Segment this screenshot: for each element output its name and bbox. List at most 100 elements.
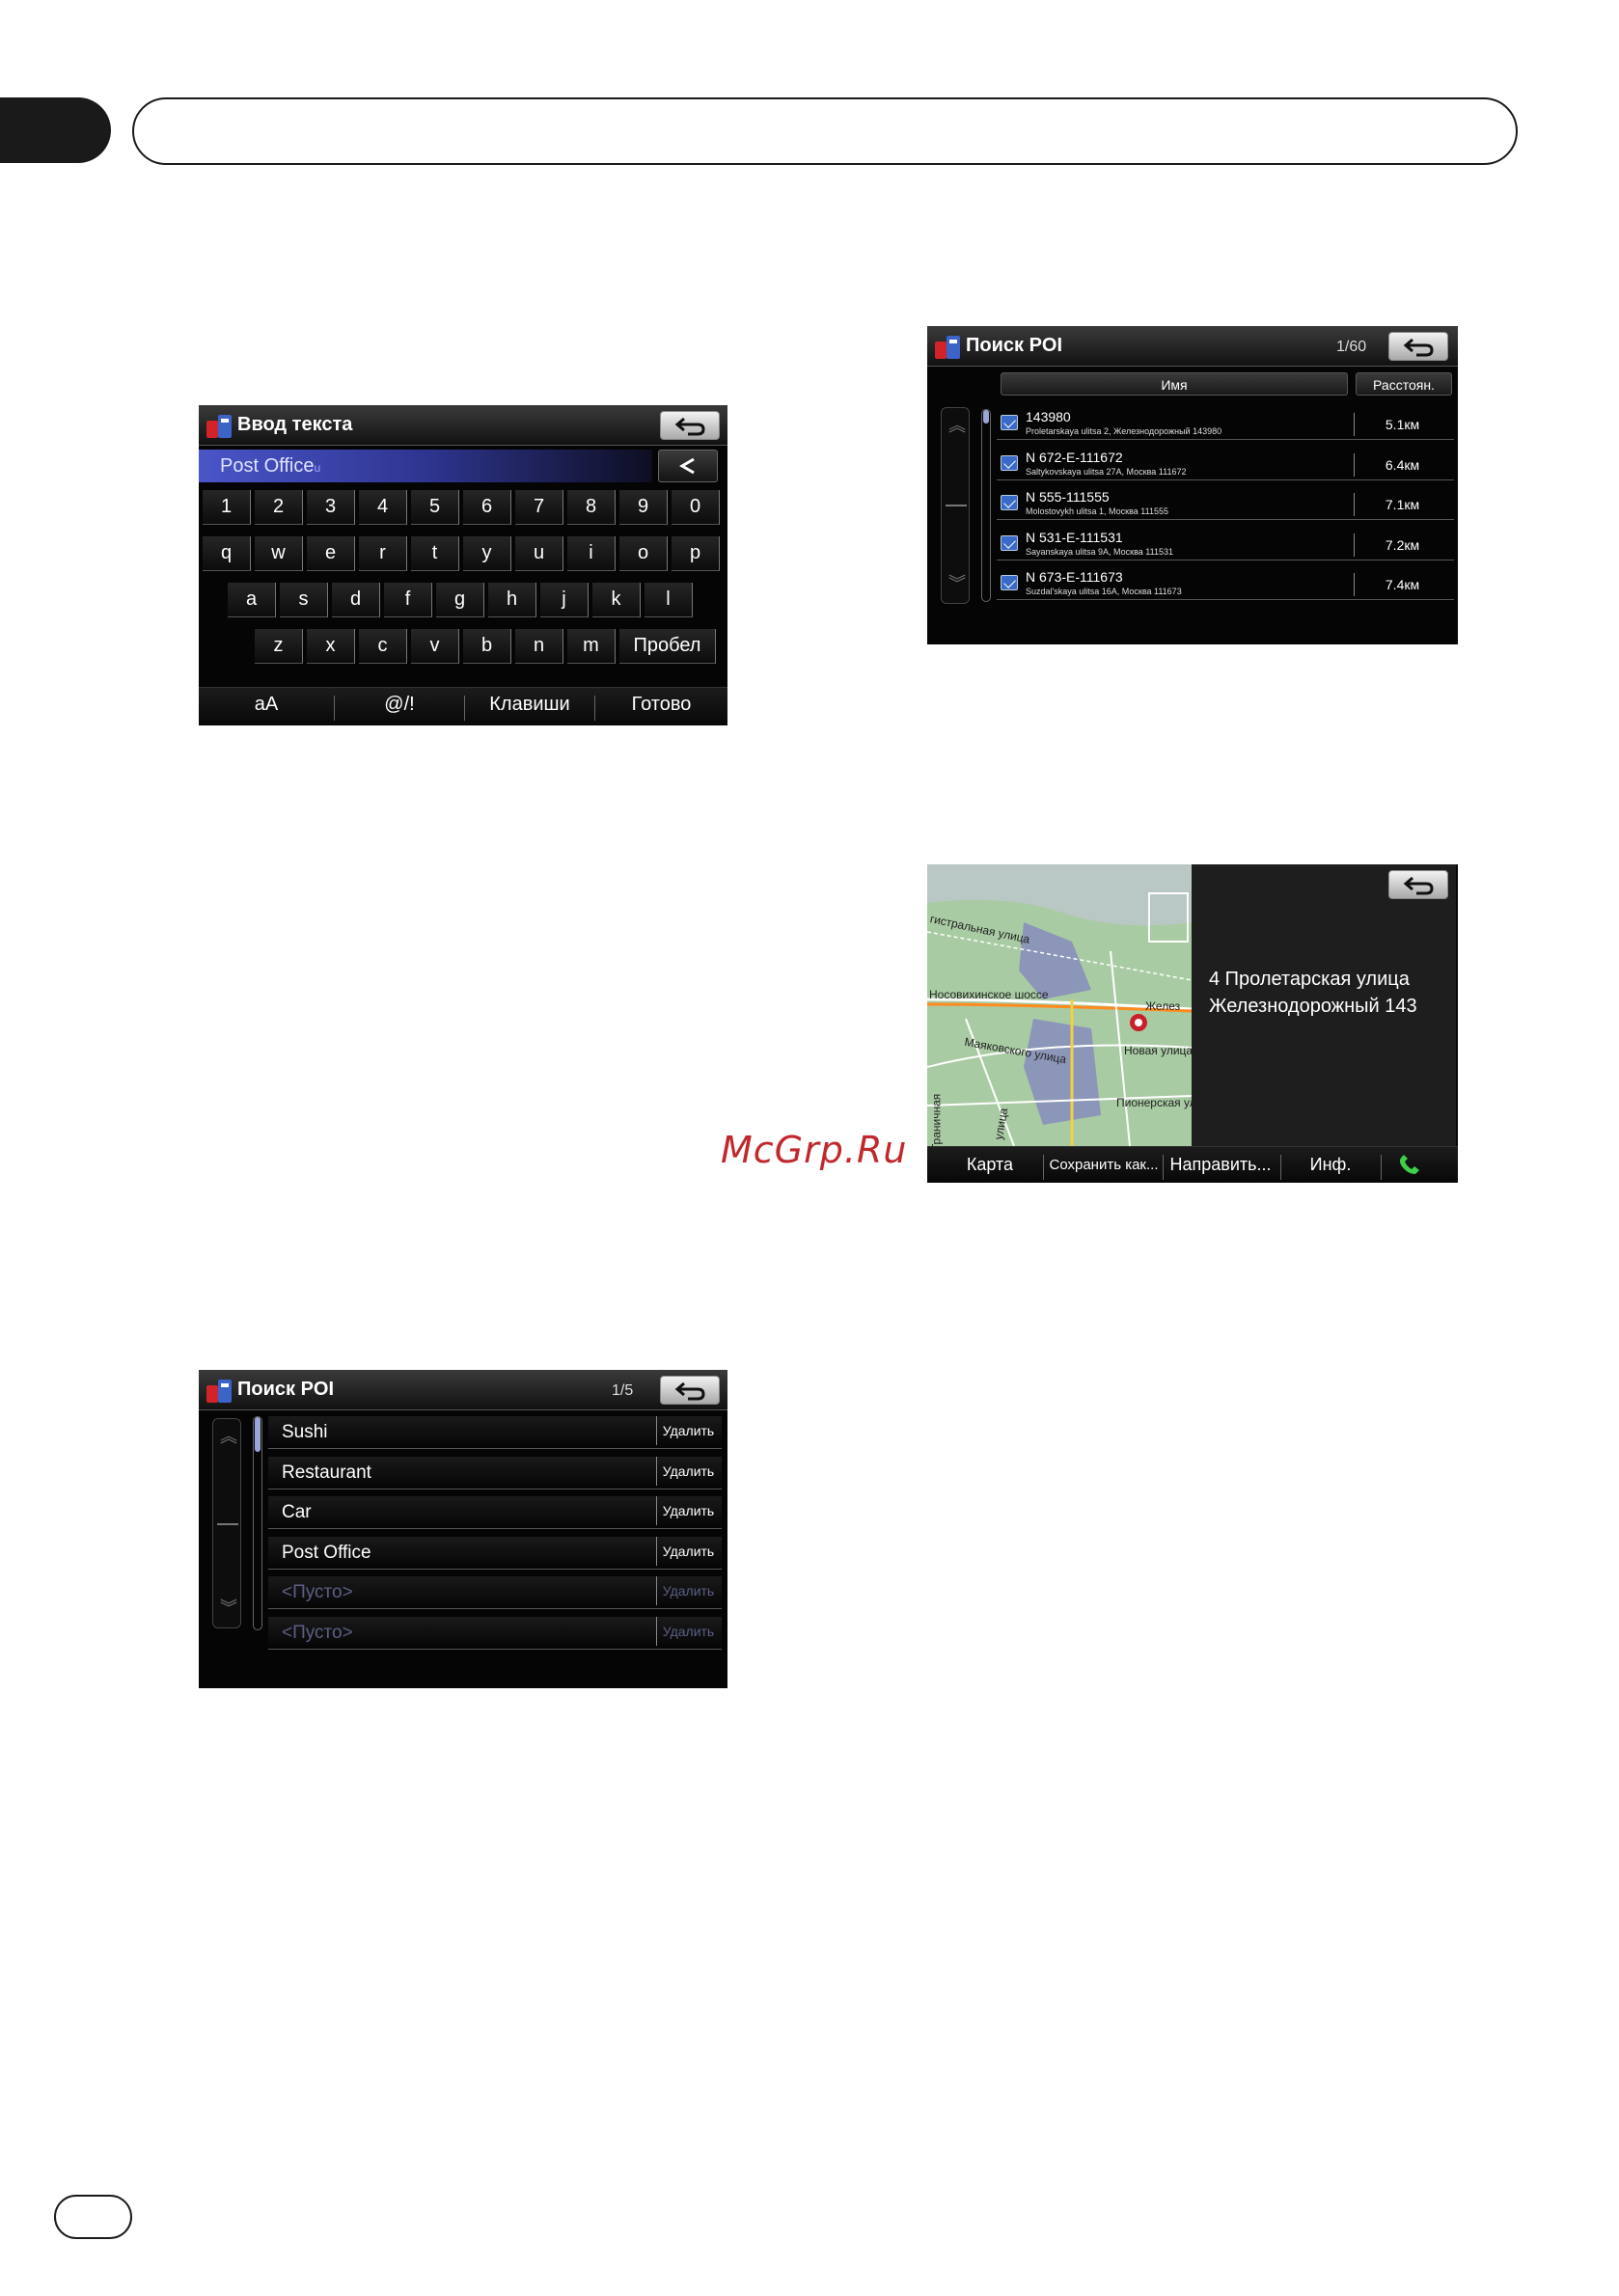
result-row[interactable]: N 673-E-111673 Suzdal'skaya ulitsa 16A, М… — [997, 567, 1454, 600]
done-button[interactable]: Готово — [595, 694, 727, 716]
key-8[interactable]: 8 — [567, 490, 616, 525]
result-address: Sayanskaya ulitsa 9A, Москва 111531 — [1026, 546, 1173, 557]
scroll-column[interactable]: ︽ ︾ — [941, 407, 970, 604]
address-line-1: 4 Пролетарская улица — [1209, 969, 1410, 990]
history-item-name: <Пусто> — [282, 1582, 353, 1602]
input-value: Post Officeu — [220, 455, 321, 477]
title-bar: Поиск POI 1/5 — [199, 1370, 727, 1410]
poi-results-screen: Поиск POI 1/60 Имя Расстоян. ︽ ︾ 143980 P… — [927, 326, 1458, 644]
key-b[interactable]: b — [463, 629, 511, 664]
key-i[interactable]: i — [567, 536, 616, 571]
key-f[interactable]: f — [384, 583, 432, 617]
map-view[interactable]: гистральная улица Носовихинское шоссе Же… — [927, 864, 1192, 1146]
scroll-up-icon[interactable]: ︽ — [948, 417, 966, 434]
result-row[interactable]: N 555-111555 Molostovykh ulitsa 1, Москва… — [997, 487, 1454, 520]
key-1[interactable]: 1 — [203, 490, 251, 525]
screen-title: Поиск POI — [237, 1379, 335, 1400]
poi-marker-icon[interactable] — [1130, 1014, 1147, 1031]
key-q[interactable]: q — [203, 536, 251, 571]
delete-button[interactable]: Удалить — [656, 1416, 720, 1445]
delete-button[interactable]: Удалить — [656, 1536, 720, 1566]
history-item[interactable]: <Пусто> Удалить — [268, 1616, 722, 1650]
key-p[interactable]: p — [672, 536, 720, 571]
key-r[interactable]: r — [359, 536, 407, 571]
key-v[interactable]: v — [411, 629, 459, 664]
key-m[interactable]: m — [567, 629, 616, 664]
key-e[interactable]: e — [307, 536, 355, 571]
text-input-field[interactable]: Post Officeu — [199, 450, 652, 482]
key-s[interactable]: s — [280, 583, 328, 617]
key-3[interactable]: 3 — [307, 490, 355, 525]
back-button[interactable] — [1388, 870, 1448, 899]
post-office-icon — [1001, 575, 1018, 590]
history-item[interactable]: <Пусто> Удалить — [268, 1576, 722, 1609]
key-0[interactable]: 0 — [672, 490, 720, 525]
key-k[interactable]: k — [592, 583, 641, 617]
case-toggle-button[interactable]: aA — [199, 694, 334, 716]
delete-button[interactable]: Удалить — [656, 1456, 720, 1486]
delete-button[interactable]: Удалить — [656, 1496, 720, 1525]
history-item[interactable]: Post Office Удалить — [268, 1536, 722, 1570]
key-o[interactable]: o — [619, 536, 668, 571]
history-item-name: Sushi — [282, 1422, 328, 1442]
scroll-down-icon[interactable]: ︾ — [220, 1599, 237, 1617]
key-5[interactable]: 5 — [411, 490, 459, 525]
key-w[interactable]: w — [255, 536, 303, 571]
scrollbar[interactable] — [253, 1416, 262, 1630]
delete-button[interactable]: Удалить — [656, 1616, 720, 1646]
route-button[interactable]: Направить... — [1159, 1155, 1282, 1175]
key-7[interactable]: 7 — [515, 490, 563, 525]
map-label-granichnaya: Граничная — [929, 1093, 944, 1146]
scroll-column[interactable]: ︽ ︾ — [212, 1418, 241, 1628]
key-l[interactable]: l — [645, 583, 693, 617]
keyboards-button[interactable]: Клавиши — [465, 694, 594, 716]
key-6[interactable]: 6 — [463, 490, 511, 525]
scrollbar-thumb[interactable] — [255, 1417, 261, 1452]
name-column-header[interactable]: Имя — [1001, 372, 1348, 396]
divider — [1280, 1155, 1281, 1180]
backspace-button[interactable] — [658, 450, 718, 482]
back-button[interactable] — [1388, 332, 1448, 361]
scrollbar-thumb[interactable] — [983, 410, 989, 424]
key-a[interactable]: a — [228, 583, 276, 617]
delete-button[interactable]: Удалить — [656, 1576, 720, 1605]
history-item[interactable]: Car Удалить — [268, 1496, 722, 1529]
history-item[interactable]: Sushi Удалить — [268, 1416, 722, 1449]
distance-column-header[interactable]: Расстоян. — [1356, 372, 1452, 396]
key-c[interactable]: c — [359, 629, 407, 664]
phone-call-button[interactable] — [1396, 1153, 1435, 1180]
result-title: N 555-111555 — [1026, 489, 1110, 505]
result-row[interactable]: N 672-E-111672 Saltykovskaya ulitsa 27A, … — [997, 448, 1454, 480]
back-button[interactable] — [660, 411, 720, 440]
result-row[interactable]: N 531-E-111531 Sayanskaya ulitsa 9A, Моск… — [997, 528, 1454, 560]
history-item[interactable]: Restaurant Удалить — [268, 1456, 722, 1490]
key-u[interactable]: u — [515, 536, 563, 571]
info-button[interactable]: Инф. — [1282, 1155, 1379, 1175]
space-key[interactable]: Пробел — [619, 629, 716, 664]
key-g[interactable]: g — [436, 583, 484, 617]
key-h[interactable]: h — [488, 583, 536, 617]
key-t[interactable]: t — [411, 536, 459, 571]
key-x[interactable]: x — [307, 629, 355, 664]
key-n[interactable]: n — [515, 629, 563, 664]
address-line-2: Железнодорожный 143 — [1209, 996, 1417, 1017]
key-j[interactable]: j — [540, 583, 589, 617]
key-2[interactable]: 2 — [255, 490, 303, 525]
back-button[interactable] — [660, 1376, 720, 1405]
back-arrow-icon — [1403, 876, 1434, 895]
map-button[interactable]: Карта — [927, 1155, 1053, 1175]
key-9[interactable]: 9 — [619, 490, 668, 525]
key-d[interactable]: d — [332, 583, 380, 617]
key-4[interactable]: 4 — [359, 490, 407, 525]
scrollbar[interactable] — [981, 409, 991, 602]
result-row[interactable]: 143980 Proletarskaya ulitsa 2, Железнодор… — [997, 407, 1454, 440]
post-office-icon — [1001, 534, 1018, 551]
symbols-button[interactable]: @/! — [335, 694, 464, 716]
scroll-down-icon[interactable]: ︾ — [948, 575, 966, 592]
key-z[interactable]: z — [255, 629, 303, 664]
scroll-up-icon[interactable]: ︽ — [220, 1428, 237, 1445]
key-y[interactable]: y — [463, 536, 511, 571]
map-label-pionerskaya: Пионерская улица — [1116, 1096, 1192, 1109]
save-as-button[interactable]: Сохранить как... — [1045, 1157, 1163, 1173]
screen-title: Ввод текста — [237, 414, 353, 435]
